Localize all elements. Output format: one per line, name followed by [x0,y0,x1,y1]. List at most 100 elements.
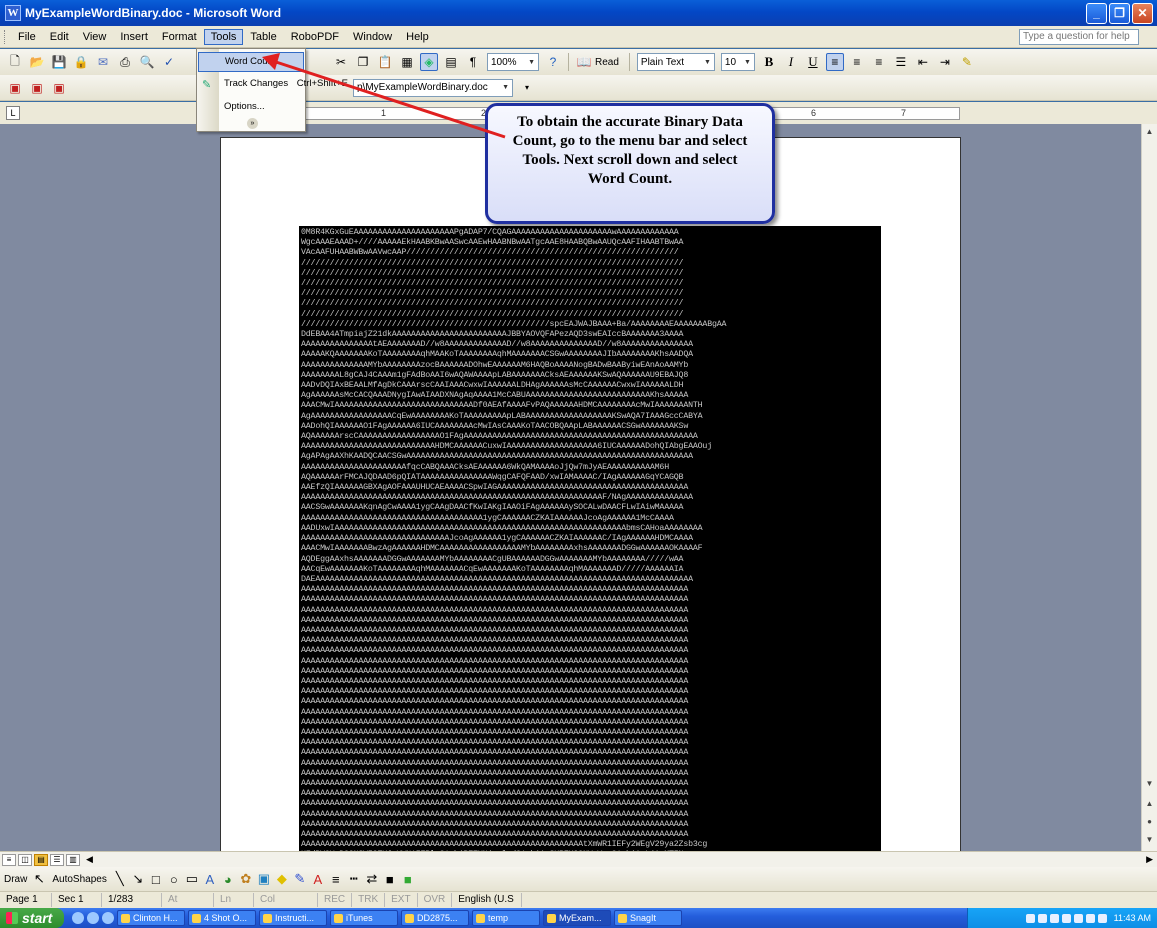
track-icon[interactable]: ▣ [28,79,46,97]
menu-options[interactable]: Options... [224,101,304,112]
cut-icon[interactable]: ✂ [332,53,350,71]
align-center-icon[interactable]: ≡ [848,53,866,71]
normal-view-icon[interactable]: ≡ [2,853,16,866]
select-browse-object-icon[interactable]: ● [1142,814,1157,829]
expand-menu-icon[interactable]: » [247,118,258,129]
tray-icon[interactable] [1097,913,1107,923]
show-hide-icon[interactable]: ¶ [464,53,482,71]
next-page-icon[interactable]: ▼ [1142,832,1157,847]
status-ext[interactable]: EXT [385,893,418,907]
menu-word-count[interactable]: Word Count... [198,52,304,72]
menu-insert[interactable]: Insert [113,29,155,45]
oval-icon[interactable]: ○ [167,872,181,887]
start-button[interactable]: start [0,908,64,928]
status-ovr[interactable]: OVR [418,893,453,907]
binary-text-block[interactable]: 0M8R4KGxGuEAAAAAAAAAAAAAAAAAAAAAPgADAP7/… [299,226,881,851]
style-select[interactable]: Plain Text ▼ [636,53,715,71]
status-rec[interactable]: REC [318,893,353,907]
permission-icon[interactable]: 🔒 [72,53,90,71]
line-style-icon[interactable]: ≡ [329,872,343,887]
italic-button[interactable]: I [782,53,800,71]
taskbar-item[interactable]: 4 Shot O... [188,910,256,926]
tray-icon[interactable] [1085,913,1095,923]
increase-indent-icon[interactable]: ⇥ [936,53,954,71]
taskbar-item[interactable]: temp [472,910,540,926]
autoshapes-menu[interactable]: AutoShapes [52,874,107,885]
print-icon[interactable]: ⎙ [116,53,134,71]
quick-launch-icon[interactable] [102,912,114,924]
taskbar-item[interactable]: SnagIt [614,910,682,926]
3d-icon[interactable]: ■ [401,872,415,887]
toolbar-options-icon[interactable]: ▾ [518,79,536,97]
menu-help[interactable]: Help [399,29,436,45]
line-icon[interactable]: ╲ [113,871,127,886]
taskbar-item[interactable]: iTunes [330,910,398,926]
fill-color-icon[interactable]: ◆ [275,871,289,886]
spelling-icon[interactable]: ✓ [160,53,178,71]
draw-menu[interactable]: Draw [4,874,27,885]
align-right-icon[interactable]: ≡ [870,53,888,71]
save-icon[interactable]: 💾 [50,53,68,71]
copy-icon[interactable]: ❐ [354,53,372,71]
rectangle-icon[interactable]: □ [149,872,163,887]
scroll-down-icon[interactable]: ▼ [1142,776,1157,791]
menu-tools[interactable]: Tools [203,28,244,45]
tab-selector[interactable]: L [6,106,20,120]
menu-edit[interactable]: Edit [43,29,76,45]
help-search-input[interactable]: Type a question for help [1019,29,1139,45]
diagram-icon[interactable]: ◕ [221,872,235,887]
font-size-select[interactable]: 10 ▼ [720,53,755,71]
tray-icon[interactable] [1025,913,1035,923]
menu-format[interactable]: Format [155,29,204,45]
menu-grip[interactable] [4,29,7,44]
tray-icon[interactable] [1073,913,1083,923]
menu-window[interactable]: Window [346,29,399,45]
vertical-scrollbar[interactable]: ▲ ▼ ▲ ● ▼ [1141,124,1157,851]
tray-icon[interactable] [1061,913,1071,923]
email-icon[interactable]: ✉ [94,53,112,71]
quick-launch-icon[interactable] [72,912,84,924]
menu-robopdf[interactable]: RoboPDF [284,29,346,45]
print-preview-icon[interactable]: 🔍 [138,53,156,71]
close-button[interactable]: ✕ [1132,3,1153,24]
accept-icon[interactable]: ▣ [50,79,68,97]
table-icon[interactable]: ▦ [398,53,416,71]
font-color-icon[interactable]: A [311,872,325,887]
menu-table[interactable]: Table [243,29,283,45]
tray-icon[interactable] [1049,913,1059,923]
taskbar-item-active[interactable]: MyExam... [543,910,611,926]
decrease-indent-icon[interactable]: ⇤ [914,53,932,71]
menu-track-changes[interactable]: Track Changes Ctrl+Shift+E [224,78,348,89]
align-left-icon[interactable]: ≡ [825,53,844,71]
arrow-icon[interactable]: ↘ [131,871,145,886]
arrow-style-icon[interactable]: ⇄ [365,871,379,886]
dash-style-icon[interactable]: ┅ [347,871,361,886]
line-color-icon[interactable]: ✎ [293,871,307,886]
scroll-right-icon[interactable]: ▶ [1146,854,1153,865]
taskbar-item[interactable]: Clinton H... [117,910,185,926]
outline-view-icon[interactable]: ☰ [50,853,64,866]
document-map-icon[interactable]: ▤ [442,53,460,71]
open-folder-icon[interactable]: 📂 [28,53,46,71]
read-label[interactable]: Read [595,57,619,68]
help-icon[interactable]: ? [544,53,562,71]
highlight-icon[interactable]: ✎ [958,53,976,71]
textbox-icon[interactable]: ▭ [185,871,199,886]
bullets-icon[interactable]: ☰ [892,53,910,71]
web-layout-icon[interactable]: ◫ [18,853,32,866]
wordart-icon[interactable]: A [203,872,217,887]
scroll-left-icon[interactable]: ◀ [86,854,93,865]
new-document-icon[interactable]: 🗋 [6,53,24,71]
menu-file[interactable]: File [11,29,43,45]
status-trk[interactable]: TRK [352,893,386,907]
address-field[interactable]: p\MyExampleWordBinary.doc ▼ [353,78,513,97]
taskbar-item[interactable]: DD2875... [401,910,469,926]
scroll-up-icon[interactable]: ▲ [1142,124,1157,139]
underline-button[interactable]: U [804,53,822,71]
clipart-icon[interactable]: ✿ [239,871,253,886]
menu-view[interactable]: View [76,29,114,45]
shadow-icon[interactable]: ■ [383,872,397,887]
bold-button[interactable]: B [760,53,778,71]
reading-layout-icon[interactable]: ▥ [66,853,80,866]
print-layout-icon[interactable]: ▤ [34,853,48,866]
